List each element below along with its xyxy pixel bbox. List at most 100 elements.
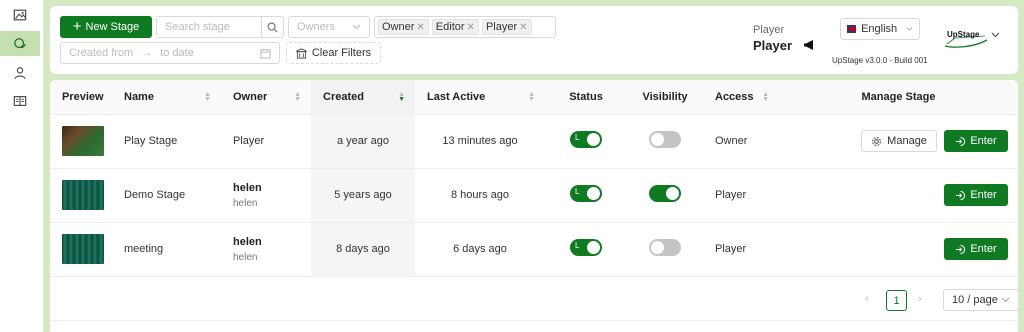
stages-table-card: Preview Name ▲ ▼ Owner ▲ ▼ Created ▲ ▼ Last Ac…	[50, 80, 1018, 332]
plus-icon: +	[72, 17, 82, 35]
toggle-knob	[587, 187, 600, 200]
close-icon[interactable]: ✕	[416, 22, 424, 33]
chevron-down-icon	[906, 27, 913, 31]
column-header-created[interactable]: Created ▲ ▼	[311, 80, 415, 115]
sidebar-item-guide[interactable]	[0, 88, 40, 113]
role-tag-label: Editor	[435, 21, 465, 33]
language-select[interactable]: English	[840, 18, 920, 40]
column-header-label: Last Active	[427, 90, 486, 103]
stage-created: 8 days ago	[311, 222, 415, 277]
page-size-label: 10 / page	[952, 294, 998, 306]
enter-button[interactable]: Enter	[944, 238, 1008, 260]
owners-select[interactable]: Owners	[288, 16, 370, 38]
sort-icon[interactable]: ▲ ▼	[204, 91, 211, 103]
role-tag-label: Owner	[382, 21, 415, 33]
user-name[interactable]: Player	[753, 38, 792, 53]
gear-icon	[872, 136, 882, 146]
stage-owner-username: helen	[233, 251, 258, 263]
stage-name[interactable]: Demo Stage	[112, 168, 221, 223]
status-toggle[interactable]: L	[570, 185, 602, 202]
visibility-toggle[interactable]	[649, 131, 681, 148]
date-to-placeholder: to date	[160, 47, 194, 59]
stage-name[interactable]: meeting	[112, 222, 221, 277]
enter-button[interactable]: Enter	[944, 184, 1008, 206]
user-icon	[14, 66, 26, 79]
enter-button[interactable]: Enter	[944, 130, 1008, 152]
enter-label: Enter	[970, 135, 997, 147]
toggle-knob	[666, 187, 679, 200]
chevron-left-icon[interactable]: ‹	[865, 293, 869, 305]
status-toggle-label: L	[575, 241, 580, 250]
stage-created: a year ago	[311, 114, 415, 169]
role-tag-owner: Owner ✕	[378, 19, 429, 35]
column-header-name[interactable]: Name ▲ ▼	[112, 80, 221, 115]
column-header-visibility: Visibility	[627, 80, 703, 115]
column-header-preview: Preview	[50, 80, 112, 115]
stage-last-active: 8 hours ago	[415, 168, 545, 223]
column-header-label: Access	[715, 90, 754, 103]
clear-filters-label: Clear Filters	[311, 47, 372, 59]
login-icon	[956, 136, 966, 146]
stage-last-active: 6 days ago	[415, 222, 545, 277]
calendar-icon	[260, 48, 271, 59]
filter-header-card: + New Stage Owners Owner✕ Editor✕ Player…	[50, 6, 1018, 74]
column-header-access[interactable]: Access ▲ ▼	[703, 80, 779, 115]
enter-label: Enter	[970, 189, 997, 201]
sidebar-item-media[interactable]	[0, 2, 40, 27]
table-header-row: Preview Name ▲ ▼ Owner ▲ ▼ Created ▲ ▼ Last Ac…	[50, 80, 1018, 115]
column-header-owner[interactable]: Owner ▲ ▼	[221, 80, 311, 115]
search-button[interactable]	[261, 17, 283, 37]
table-row: Play Stage Player a year ago 13 minutes …	[50, 114, 1018, 169]
close-icon[interactable]: ✕	[519, 22, 527, 33]
new-stage-button[interactable]: + New Stage	[60, 16, 152, 38]
toggle-knob	[587, 241, 600, 254]
status-toggle[interactable]: L	[570, 131, 602, 148]
roles-select[interactable]: Owner ✕ Editor ✕ Player ✕	[374, 16, 556, 38]
stage-created: 5 years ago	[311, 168, 415, 223]
clear-filters-button[interactable]: Clear Filters	[286, 42, 381, 64]
role-tag-label: Player	[485, 21, 518, 33]
manage-label: Manage	[887, 135, 927, 147]
chevron-right-icon[interactable]: ›	[918, 293, 922, 305]
owners-placeholder: Owners	[297, 21, 335, 33]
visibility-toggle[interactable]	[649, 239, 681, 256]
role-tag-player: Player ✕	[481, 19, 532, 35]
clear-filter-icon	[296, 47, 307, 59]
toggle-knob	[651, 241, 664, 254]
sidebar-item-profile[interactable]	[0, 60, 40, 85]
sort-icon[interactable]: ▲ ▼	[528, 91, 535, 103]
close-icon[interactable]: ✕	[467, 22, 475, 33]
language-label: English	[861, 23, 898, 35]
stage-name[interactable]: Play Stage	[112, 114, 221, 169]
upstage-logo[interactable]: UpStage	[943, 26, 991, 50]
chevron-down-icon[interactable]	[991, 32, 1000, 38]
stage-preview-image[interactable]	[62, 180, 104, 210]
stage-last-active: 13 minutes ago	[415, 114, 545, 169]
login-icon	[956, 244, 966, 254]
megaphone-icon[interactable]	[804, 40, 817, 50]
visibility-toggle[interactable]	[649, 185, 681, 202]
page-size-select[interactable]: 10 / page	[943, 289, 1018, 311]
image-icon	[13, 9, 27, 20]
chevron-down-icon	[352, 24, 361, 30]
sidebar-item-stages[interactable]	[0, 31, 40, 56]
stage-preview-image[interactable]	[62, 126, 104, 156]
sort-icon[interactable]: ▲ ▼	[294, 91, 301, 103]
date-from-placeholder: Created from	[69, 47, 134, 59]
status-toggle-label: L	[575, 133, 580, 142]
column-header-last-active[interactable]: Last Active ▲ ▼	[415, 80, 545, 115]
created-date-range[interactable]: Created from → to date	[60, 42, 280, 64]
manage-button[interactable]: Manage	[861, 130, 937, 152]
logo-text: UpStage	[947, 30, 980, 39]
stage-owner-cell: helen helen	[221, 222, 311, 277]
column-header-label: Name	[124, 90, 154, 103]
stage-preview-image[interactable]	[62, 234, 104, 264]
status-toggle-label: L	[575, 187, 580, 196]
sort-icon[interactable]: ▲ ▼	[762, 91, 769, 103]
stages-table: Preview Name ▲ ▼ Owner ▲ ▼ Created ▲ ▼ Last Ac…	[50, 80, 1018, 277]
page-number-current[interactable]: 1	[886, 290, 907, 311]
stage-owner: helen	[233, 181, 262, 194]
status-toggle[interactable]: L	[570, 239, 602, 256]
sort-desc-icon[interactable]: ▲ ▼	[398, 91, 405, 103]
search-input[interactable]	[157, 17, 261, 37]
